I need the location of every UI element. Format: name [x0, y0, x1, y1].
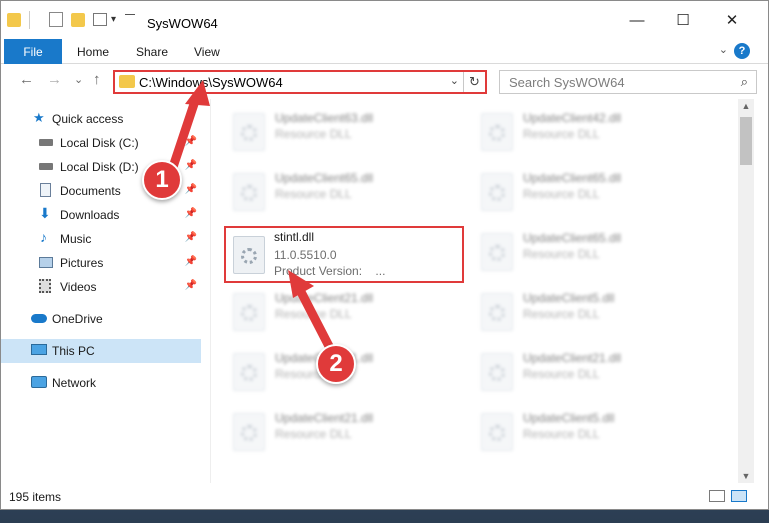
navigation-pane: ★ Quick access Local Disk (C:) 📌 Local D… — [1, 99, 211, 483]
tab-file[interactable]: File — [4, 39, 62, 64]
address-bar[interactable]: C:\Windows\SysWOW64 ⌄ ↻ — [113, 70, 487, 94]
pin-icon[interactable]: 📌 — [185, 232, 197, 243]
step-badge-2: 2 — [316, 344, 356, 384]
scrollbar-thumb[interactable] — [740, 117, 752, 165]
scroll-down-icon[interactable]: ▼ — [738, 469, 754, 483]
sidebar-item-onedrive[interactable]: OneDrive — [1, 307, 201, 331]
sidebar-item-pictures[interactable]: Pictures 📌 — [1, 251, 201, 275]
separator-line — [29, 11, 30, 29]
file-list: UpdateClient63.dll Resource DLL UpdateCl… — [211, 99, 737, 483]
pin-icon[interactable]: 📌 — [185, 256, 197, 267]
address-path: C:\Windows\SysWOW64 — [139, 75, 283, 90]
computer-icon — [31, 344, 47, 355]
pin-icon[interactable]: 📌 — [185, 184, 197, 195]
sidebar-item-quick-access[interactable]: ★ Quick access — [1, 107, 201, 131]
quick-access-toolbar-icon[interactable] — [93, 13, 107, 26]
product-version-label: Product Version: ... — [274, 264, 386, 278]
pin-icon[interactable]: 📌 — [185, 136, 197, 147]
ribbon-tabs: File Home Share View ⌄ ? — [1, 39, 768, 64]
pin-icon[interactable]: 📌 — [185, 208, 197, 219]
file-tile[interactable]: UpdateClient5.dll Resource DLL — [471, 283, 711, 339]
search-input[interactable]: Search SysWOW64 ⌕ — [499, 70, 757, 94]
forward-arrow-icon[interactable]: → — [47, 71, 62, 88]
file-tile-stintl-dll[interactable]: stintl.dll 11.0.5510.0 Product Version: … — [224, 226, 464, 283]
dll-file-icon — [233, 413, 265, 451]
tab-home[interactable]: Home — [77, 45, 109, 59]
separator-line — [125, 14, 135, 15]
drive-icon — [39, 139, 53, 146]
sidebar-item-network[interactable]: Network — [1, 371, 201, 395]
sidebar-item-this-pc[interactable]: This PC — [1, 339, 201, 363]
dll-file-icon — [481, 173, 513, 211]
explorer-window: ▾ SysWOW64 — ☐ ✕ File Home Share View ⌄ … — [0, 0, 769, 510]
vertical-scrollbar[interactable]: ▲ ▼ — [738, 99, 754, 483]
dll-file-icon — [481, 293, 513, 331]
navigation-bar: ← → ⌄ ↑ C:\Windows\SysWOW64 ⌄ ↻ Search S… — [1, 64, 768, 98]
file-tile[interactable]: UpdateClient21.dll Resource DLL — [223, 403, 463, 459]
tab-view[interactable]: View — [194, 45, 220, 59]
dll-file-icon — [233, 353, 265, 391]
details-view-icon[interactable] — [709, 490, 725, 502]
file-tile[interactable]: UpdateClient21.dll Resource DLL — [471, 343, 711, 399]
chevron-down-icon[interactable]: ⌄ — [719, 43, 728, 56]
properties-icon[interactable] — [49, 12, 63, 27]
star-icon: ★ — [33, 110, 45, 125]
close-button[interactable]: ✕ — [709, 1, 755, 39]
folder-icon — [119, 75, 135, 88]
file-tile[interactable]: UpdateClient21.dll Resource DLL — [223, 283, 463, 339]
documents-icon — [40, 183, 51, 197]
file-tile[interactable]: UpdateClient65.dll Resource DLL — [471, 223, 711, 279]
pin-icon[interactable]: 📌 — [185, 160, 197, 171]
step-badge-1: 1 — [142, 160, 182, 200]
cloud-icon — [31, 314, 47, 323]
chevron-down-icon[interactable]: ▾ — [111, 14, 116, 32]
dll-file-icon — [481, 113, 513, 151]
sidebar-item-downloads[interactable]: ⬇ Downloads 📌 — [1, 203, 201, 227]
new-folder-icon[interactable] — [71, 13, 85, 27]
download-icon: ⬇ — [39, 205, 51, 221]
file-tile[interactable]: UpdateClient63.dll Resource DLL — [223, 103, 463, 159]
file-tile[interactable]: UpdateClient5.dll Resource DLL — [471, 403, 711, 459]
pictures-icon — [39, 257, 53, 268]
sidebar-item-music[interactable]: ♪ Music 📌 — [1, 227, 201, 251]
tiles-view-icon[interactable] — [731, 490, 747, 502]
video-icon — [39, 279, 51, 293]
title-bar: ▾ SysWOW64 — ☐ ✕ — [1, 1, 768, 39]
pin-icon[interactable]: 📌 — [185, 280, 197, 291]
file-tile[interactable]: UpdateClient42.dll Resource DLL — [471, 103, 711, 159]
file-tile[interactable]: UpdateClient65.dll Resource DLL — [471, 163, 711, 219]
search-icon[interactable]: ⌕ — [741, 74, 748, 90]
dll-file-icon — [233, 293, 265, 331]
folder-icon — [7, 13, 21, 27]
item-count: 195 items — [9, 490, 62, 504]
dll-file-icon — [481, 353, 513, 391]
window-title: SysWOW64 — [147, 16, 218, 31]
recent-locations-icon[interactable]: ⌄ — [74, 73, 83, 86]
network-icon — [31, 376, 47, 388]
maximize-button[interactable]: ☐ — [660, 1, 706, 39]
music-icon: ♪ — [40, 229, 47, 245]
dll-file-icon — [233, 173, 265, 211]
file-tile[interactable]: UpdateClient65.dll Resource DLL — [223, 163, 463, 219]
dll-file-icon — [233, 236, 265, 274]
refresh-icon[interactable]: ↻ — [463, 72, 485, 92]
minimize-button[interactable]: — — [614, 1, 660, 39]
help-icon[interactable]: ? — [734, 43, 750, 59]
chevron-down-icon[interactable]: ⌄ — [450, 74, 459, 87]
sidebar-item-videos[interactable]: Videos 📌 — [1, 275, 201, 299]
search-placeholder: Search SysWOW64 — [509, 75, 625, 90]
sidebar-item-local-disk-c[interactable]: Local Disk (C:) 📌 — [1, 131, 201, 155]
scroll-up-icon[interactable]: ▲ — [738, 99, 754, 113]
status-bar: 195 items — [1, 483, 768, 509]
dll-file-icon — [481, 233, 513, 271]
dll-file-icon — [233, 113, 265, 151]
dll-file-icon — [481, 413, 513, 451]
back-arrow-icon[interactable]: ← — [19, 71, 34, 88]
drive-icon — [39, 163, 53, 170]
tab-share[interactable]: Share — [136, 45, 168, 59]
up-arrow-icon[interactable]: ↑ — [93, 71, 101, 88]
